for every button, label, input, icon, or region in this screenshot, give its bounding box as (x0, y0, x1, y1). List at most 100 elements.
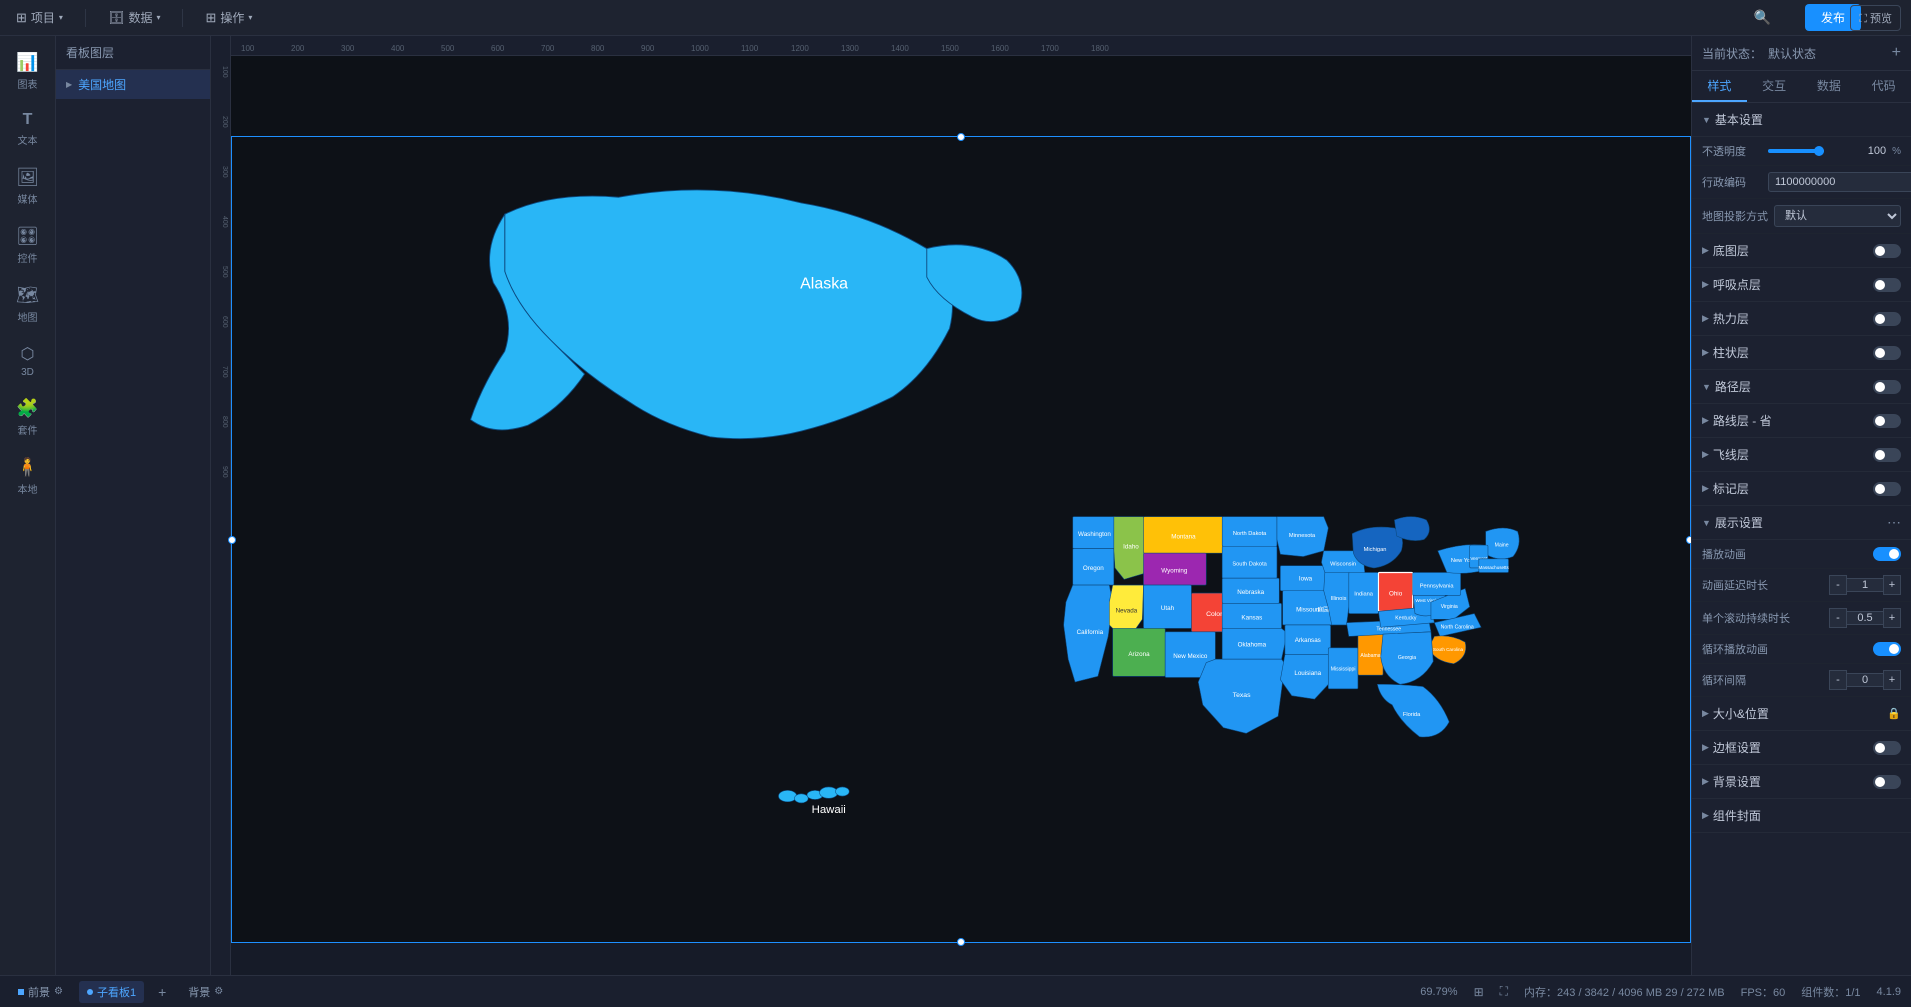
tab-back-settings[interactable]: ⚙ (214, 986, 223, 997)
admin-code-input[interactable] (1768, 172, 1911, 192)
section-component-cover[interactable]: ▶ 组件封面 (1692, 799, 1911, 833)
display-settings-options[interactable]: ⋯ (1887, 514, 1901, 531)
marker-layer-chevron: ▶ (1702, 483, 1709, 494)
svg-text:Alabama: Alabama (1360, 653, 1380, 659)
toolbar-divider-1 (85, 9, 86, 27)
layer-item-usa-map[interactable]: ▶ 美国地图 (56, 70, 210, 99)
marker-layer-toggle[interactable] (1873, 482, 1901, 496)
section-bar-layer[interactable]: ▶ 柱状层 (1692, 336, 1911, 370)
border-settings-toggle[interactable] (1873, 741, 1901, 755)
single-scroll-input[interactable] (1847, 611, 1883, 625)
canvas-area[interactable]: 100 200 300 400 500 600 700 800 900 1000… (211, 36, 1691, 975)
tab-style[interactable]: 样式 (1692, 71, 1747, 102)
svg-text:Wisconsin: Wisconsin (1330, 562, 1356, 568)
heat-layer-label: 热力层 (1713, 310, 1749, 327)
section-border-settings[interactable]: ▶ 边框设置 (1692, 731, 1911, 765)
svg-text:Nevada: Nevada (1116, 607, 1138, 614)
section-basic-settings[interactable]: ▼ 基本设置 (1692, 103, 1911, 137)
section-track-layer2[interactable]: ▶ 路线层 - 省 (1692, 404, 1911, 438)
tab-front[interactable]: 前景 ⚙ (10, 981, 71, 1003)
svg-text:Idaho: Idaho (1123, 544, 1139, 551)
sidebar-item-control[interactable]: 🎛 控件 (3, 218, 53, 273)
section-fly-layer[interactable]: ▶ 飞线层 (1692, 438, 1911, 472)
tab-interaction[interactable]: 交互 (1747, 71, 1802, 102)
section-bg-settings[interactable]: ▶ 背景设置 (1692, 765, 1911, 799)
animation-delay-increase[interactable]: + (1883, 575, 1901, 595)
search-icon[interactable]: 🔍 (1754, 9, 1771, 26)
admin-code-label: 行政编码 (1702, 174, 1762, 190)
main-layout: 📊 图表 T 文本 🖼 媒体 🎛 控件 🗺 地图 ⬡ 3D 🧩 套件 🧍 (0, 36, 1911, 975)
opacity-slider[interactable] (1768, 149, 1824, 153)
lock-icon: 🔒 (1887, 707, 1901, 720)
operations-menu[interactable]: ⊞ 操作 ▾ (199, 5, 258, 30)
operations-icon: ⊞ (205, 10, 216, 26)
section-outline-layer[interactable]: ▶ 底图层 (1692, 234, 1911, 268)
section-scatter-layer[interactable]: ▶ 呼吸点层 (1692, 268, 1911, 302)
version-info: 4.1.9 (1877, 986, 1901, 998)
status-right: 69.79% ⊞ ⛶ 内存：243 / 3842 / 4096 MB 29 / … (1420, 984, 1901, 1000)
sidebar-item-chart[interactable]: 📊 图表 (3, 44, 53, 99)
sidebar-item-widget[interactable]: 🧩 套件 (3, 390, 53, 445)
svg-text:Kansas: Kansas (1241, 614, 1262, 621)
play-animation-toggle[interactable] (1873, 547, 1901, 561)
svg-text:Mississippi: Mississippi (1331, 667, 1356, 673)
tab-data[interactable]: 数据 (1802, 71, 1857, 102)
loop-animation-toggle[interactable] (1873, 642, 1901, 656)
section-display-settings[interactable]: ▼ 展示设置 ⋯ (1692, 506, 1911, 540)
section-size-position[interactable]: ▶ 大小&位置 🔒 (1692, 697, 1911, 731)
loop-delay-input[interactable] (1847, 673, 1883, 687)
section-marker-layer[interactable]: ▶ 标记层 (1692, 472, 1911, 506)
fly-layer-toggle[interactable] (1873, 448, 1901, 462)
section-track-layer[interactable]: ▼ 路径层 (1692, 370, 1911, 404)
sidebar-item-media[interactable]: 🖼 媒体 (3, 159, 53, 214)
heat-layer-toggle[interactable] (1873, 312, 1901, 326)
section-heat-layer[interactable]: ▶ 热力层 (1692, 302, 1911, 336)
scatter-layer-toggle[interactable] (1873, 278, 1901, 292)
project-menu[interactable]: ⊞ 项目 ▾ (10, 5, 69, 30)
basic-settings-chevron: ▼ (1702, 115, 1711, 125)
sidebar-item-local[interactable]: 🧍 本地 (3, 449, 53, 504)
loop-delay-decrease[interactable]: - (1829, 670, 1847, 690)
sidebar-item-map[interactable]: 🗺 地图 (3, 277, 53, 332)
projection-label: 地图投影方式 (1702, 208, 1768, 224)
svg-text:Pennsylvania: Pennsylvania (1420, 583, 1455, 589)
widget-icon: 🧩 (16, 398, 38, 419)
bar-layer-label: 柱状层 (1713, 344, 1749, 361)
projection-select[interactable]: 默认 (1774, 205, 1901, 227)
tab-child-dot (87, 989, 93, 995)
svg-text:Washington: Washington (1078, 531, 1111, 538)
add-tab-button[interactable]: + (152, 982, 172, 1002)
loop-delay-increase[interactable]: + (1883, 670, 1901, 690)
track-layer-toggle[interactable] (1873, 380, 1901, 394)
svg-text:Kentucky: Kentucky (1395, 615, 1417, 621)
tab-code[interactable]: 代码 (1856, 71, 1911, 102)
tab-back[interactable]: 背景 ⚙ (180, 981, 231, 1003)
tab-front-settings[interactable]: ⚙ (54, 986, 63, 997)
chart-icon: 📊 (16, 52, 38, 73)
opacity-slider-thumb[interactable] (1814, 146, 1824, 156)
track-layer2-toggle[interactable] (1873, 414, 1901, 428)
tab-back-label: 背景 (188, 984, 210, 1000)
animation-delay-decrease[interactable]: - (1829, 575, 1847, 595)
bar-layer-toggle[interactable] (1873, 346, 1901, 360)
panel-tabs: 样式 交互 数据 代码 (1692, 71, 1911, 103)
sidebar-item-3d[interactable]: ⬡ 3D (3, 336, 53, 386)
outline-layer-toggle[interactable] (1873, 244, 1901, 258)
tab-child[interactable]: 子看板1 (79, 981, 144, 1003)
scatter-layer-label: 呼吸点层 (1713, 276, 1761, 293)
svg-text:Tennessee: Tennessee (1376, 627, 1401, 633)
panel-add-button[interactable]: + (1892, 44, 1901, 62)
opacity-value: 100 (1830, 145, 1886, 157)
svg-text:Missouri: Missouri (1296, 606, 1319, 613)
tab-front-label: 前景 (28, 984, 50, 1000)
animation-delay-input[interactable] (1847, 578, 1883, 592)
status-bar: 前景 ⚙ 子看板1 + 背景 ⚙ 69.79% ⊞ ⛶ 内存：243 / 384… (0, 975, 1911, 1007)
animation-delay-label: 动画延迟时长 (1702, 577, 1768, 593)
single-scroll-increase[interactable]: + (1883, 608, 1901, 628)
preview-button[interactable]: ⛶ 预览 (1850, 5, 1901, 31)
sidebar-item-text[interactable]: T 文本 (3, 103, 53, 155)
play-animation-label: 播放动画 (1702, 546, 1762, 562)
single-scroll-decrease[interactable]: - (1829, 608, 1847, 628)
bg-settings-toggle[interactable] (1873, 775, 1901, 789)
data-menu[interactable]: 🗄 数据 ▾ (102, 5, 167, 30)
